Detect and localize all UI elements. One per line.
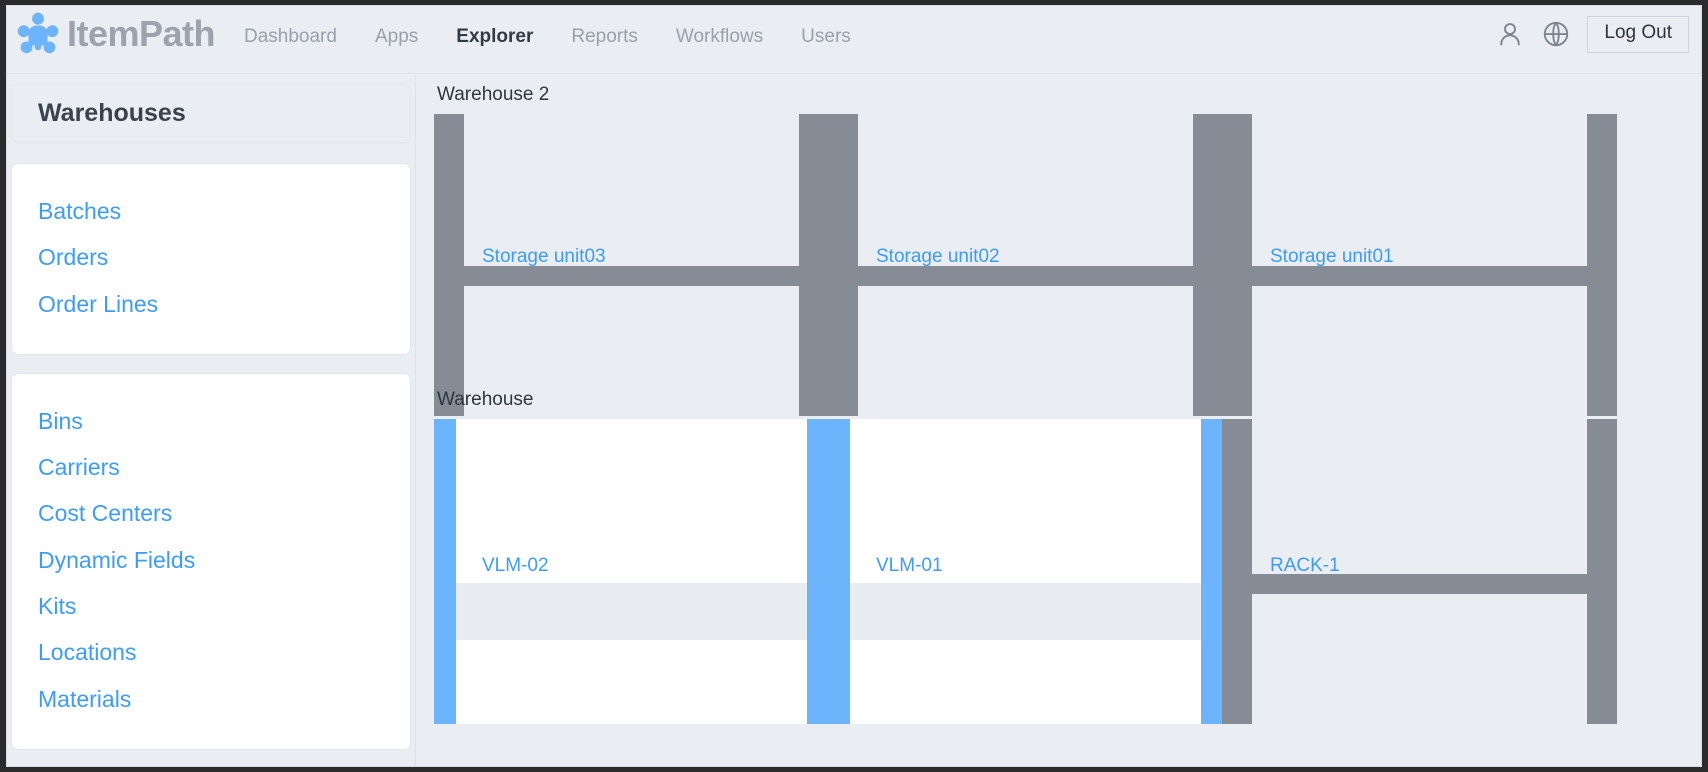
- nav-item-workflows[interactable]: Workflows: [657, 26, 782, 48]
- unit-label[interactable]: VLM-02: [482, 555, 549, 577]
- sidebar-section-title: Warehouses: [11, 84, 411, 143]
- unit-label[interactable]: RACK-1: [1270, 555, 1340, 577]
- unit-post-left: [434, 114, 464, 416]
- vlm-post-right: [807, 419, 829, 724]
- application-window: ItemPath Dashboard Apps Explorer Reports…: [6, 5, 1702, 767]
- unit-beam: [828, 266, 1223, 286]
- app-logo-text: ItemPath: [67, 13, 216, 54]
- sidebar-item-batches[interactable]: Batches: [12, 193, 410, 230]
- sidebar-item-kits[interactable]: Kits: [12, 588, 410, 625]
- app-logo[interactable]: ItemPath: [17, 12, 216, 56]
- unit-beam: [434, 266, 829, 286]
- storage-unit-03[interactable]: Storage unit03: [434, 114, 829, 416]
- unit-post-right: [1587, 114, 1617, 416]
- header-actions: Log Out: [1495, 16, 1689, 53]
- itempath-molecule-logo-icon: [17, 12, 59, 54]
- nav-item-users[interactable]: Users: [782, 26, 870, 48]
- nav-item-apps[interactable]: Apps: [356, 26, 437, 48]
- sidebar-item-carriers[interactable]: Carriers: [12, 449, 410, 486]
- storage-unit-02[interactable]: Storage unit02: [828, 114, 1223, 416]
- user-icon[interactable]: [1495, 19, 1525, 49]
- unit-post-left: [828, 114, 858, 416]
- sidebar-item-materials[interactable]: Materials: [12, 681, 410, 718]
- sidebar-item-locations[interactable]: Locations: [12, 634, 410, 671]
- unit-post-right: [799, 114, 829, 416]
- unit-label[interactable]: VLM-01: [876, 555, 943, 577]
- vlm-unit-01[interactable]: VLM-01: [828, 419, 1223, 724]
- logout-button[interactable]: Log Out: [1587, 16, 1689, 53]
- vlm-post-left: [434, 419, 456, 724]
- unit-label[interactable]: Storage unit03: [482, 246, 606, 268]
- vlm-shelf-band: [850, 583, 1201, 640]
- unit-post-right: [1587, 419, 1617, 724]
- vlm-post-left: [828, 419, 850, 724]
- nav-item-reports[interactable]: Reports: [552, 26, 657, 48]
- globe-icon[interactable]: [1541, 19, 1571, 49]
- unit-post-left: [1222, 419, 1252, 724]
- sidebar-item-orders[interactable]: Orders: [12, 239, 410, 276]
- sidebar-group-orders: Batches Orders Order Lines: [11, 163, 411, 355]
- sidebar-item-bins[interactable]: Bins: [12, 403, 410, 440]
- nav-item-explorer[interactable]: Explorer: [437, 26, 552, 48]
- sidebar-group-inventory: Bins Carriers Cost Centers Dynamic Field…: [11, 372, 411, 750]
- unit-label[interactable]: Storage unit01: [1270, 246, 1394, 268]
- unit-beam: [1222, 574, 1617, 594]
- top-header-bar: ItemPath Dashboard Apps Explorer Reports…: [7, 6, 1701, 74]
- warehouse-label-1: Warehouse: [437, 389, 534, 410]
- main-navigation: Dashboard Apps Explorer Reports Workflow…: [225, 26, 870, 48]
- page-title: Warehouses: [38, 99, 186, 127]
- unit-label[interactable]: Storage unit02: [876, 246, 1000, 268]
- sidebar-item-dynamic-fields[interactable]: Dynamic Fields: [12, 542, 410, 579]
- unit-beam: [1222, 266, 1617, 286]
- rack-unit-1[interactable]: RACK-1: [1222, 419, 1617, 724]
- sidebar-item-order-lines[interactable]: Order Lines: [12, 286, 410, 323]
- sidebar: Warehouses Batches Orders Order Lines Bi…: [7, 75, 416, 766]
- vlm-unit-02[interactable]: VLM-02: [434, 419, 829, 724]
- vlm-post-right: [1201, 419, 1223, 724]
- warehouse-label-2: Warehouse 2: [437, 84, 550, 105]
- storage-unit-01[interactable]: Storage unit01: [1222, 114, 1617, 416]
- unit-post-right: [1193, 114, 1223, 416]
- sidebar-item-cost-centers[interactable]: Cost Centers: [12, 495, 410, 532]
- vlm-shelf-band: [456, 583, 807, 640]
- nav-item-dashboard[interactable]: Dashboard: [225, 26, 356, 48]
- warehouse-map[interactable]: Warehouse 2 Storage unit03 Storage unit0…: [417, 75, 1701, 766]
- unit-post-left: [1222, 114, 1252, 416]
